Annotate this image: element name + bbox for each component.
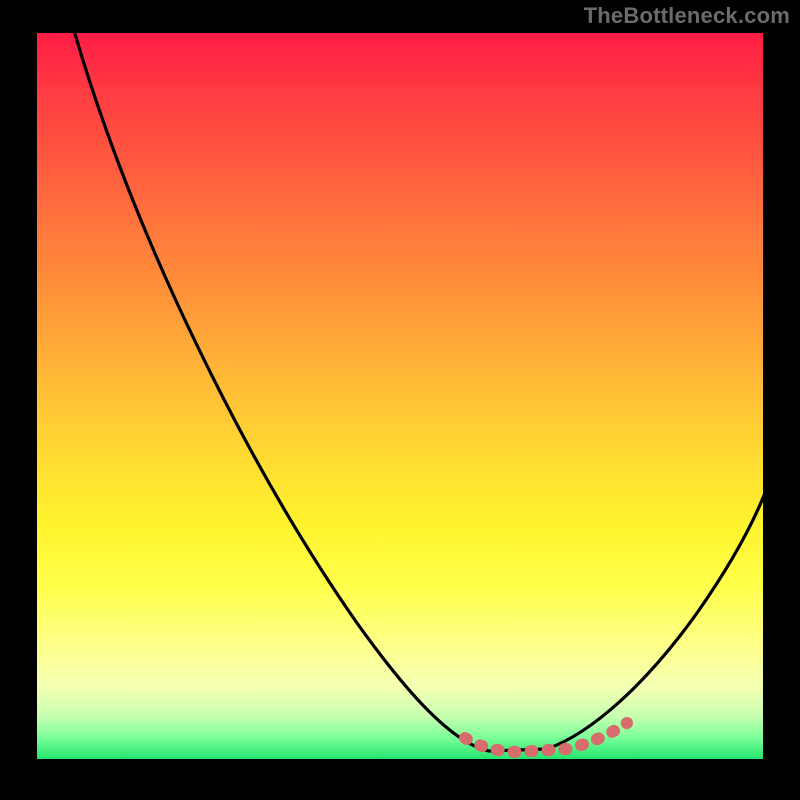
watermark-text: TheBottleneck.com	[584, 3, 790, 29]
main-curve-path	[73, 33, 763, 751]
plot-area	[37, 33, 763, 759]
bottleneck-curve	[37, 33, 763, 759]
optimal-range-marker	[465, 723, 627, 752]
chart-container: TheBottleneck.com	[0, 0, 800, 800]
